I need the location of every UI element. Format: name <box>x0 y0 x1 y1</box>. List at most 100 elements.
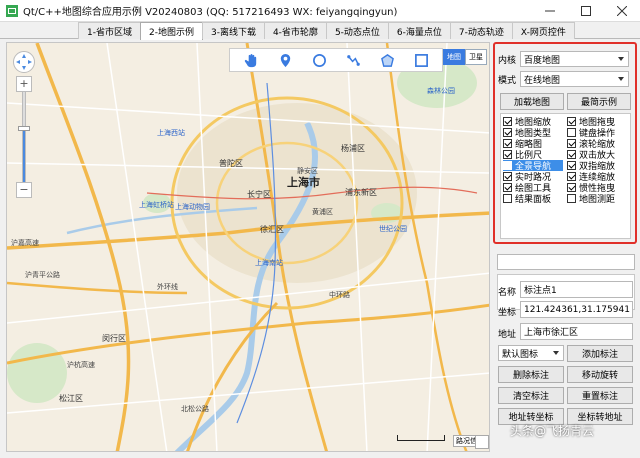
map-label-road: 沪杭高速 <box>67 361 95 369</box>
map-type-normal[interactable]: 地图 <box>443 49 465 65</box>
tool-rectangle[interactable] <box>409 50 433 70</box>
checkbox[interactable] <box>567 183 576 192</box>
icon-select-value: 默认图标 <box>502 349 539 360</box>
map-label-poi: 上海西站 <box>157 129 185 137</box>
app-logo-icon <box>6 4 18 17</box>
map-label-road: 北松公路 <box>181 405 209 413</box>
map-label-road: 中环路 <box>329 291 350 299</box>
tab-dynamic-points[interactable]: 5-动态点位 <box>325 22 389 39</box>
checkbox[interactable] <box>567 139 576 148</box>
map-label-road: 沪青平公路 <box>25 271 60 279</box>
map-view[interactable]: 上海市 浦东新区 长宁区 徐汇区 闵行区 普陀区 杨浦区 松江区 静安区 黄浦区… <box>6 42 490 452</box>
kernel-label: 内核 <box>498 55 517 66</box>
circle-icon <box>312 53 326 67</box>
checkbox[interactable] <box>503 117 512 126</box>
watermark: 头条@飞扬青云 <box>510 424 595 438</box>
maximize-icon <box>581 5 591 16</box>
zoom-slider-knob[interactable] <box>18 126 30 131</box>
main-tab-bar: 1-省市区域 2-地图示例 3-离线下载 4-省市轮廓 5-动态点位 6-海量点… <box>0 22 640 40</box>
map-label-district: 徐汇区 <box>260 225 284 234</box>
zoom-in-button[interactable]: + <box>16 76 32 92</box>
mode-select-value: 在线地图 <box>524 75 561 86</box>
load-map-button[interactable]: 加载地图 <box>500 93 564 110</box>
chevron-down-icon <box>553 351 559 355</box>
clear-markers-button[interactable]: 清空标注 <box>498 387 564 404</box>
map-label-district: 黄浦区 <box>312 208 333 216</box>
move-rotate-button[interactable]: 移动旋转 <box>567 366 633 383</box>
tool-marker[interactable] <box>273 50 297 70</box>
kernel-select-value: 百度地图 <box>524 55 561 66</box>
checkbox[interactable] <box>567 150 576 159</box>
add-marker-button[interactable]: 添加标注 <box>567 345 633 362</box>
checkbox[interactable] <box>567 117 576 126</box>
map-label-district: 闵行区 <box>102 334 126 343</box>
marker-icon <box>280 53 290 67</box>
tab-web-control[interactable]: X-网页控件 <box>511 22 575 39</box>
reset-markers-button[interactable]: 重置标注 <box>567 387 633 404</box>
tab-map-demo[interactable]: 2-地图示例 <box>139 22 203 40</box>
mode-select[interactable]: 在线地图 <box>520 71 629 87</box>
chevron-down-icon <box>618 77 624 81</box>
map-label-district: 浦东新区 <box>345 188 377 197</box>
result-output[interactable] <box>497 254 635 270</box>
address-input[interactable]: 上海市徐汇区 <box>520 323 633 340</box>
coord-label: 坐标 <box>498 308 517 318</box>
checkbox[interactable] <box>567 172 576 181</box>
checkbox[interactable] <box>503 128 512 137</box>
tool-circle[interactable] <box>307 50 331 70</box>
delete-marker-button[interactable]: 删除标注 <box>498 366 564 383</box>
checkbox[interactable] <box>503 150 512 159</box>
tab-dynamic-track[interactable]: 7-动态轨迹 <box>449 22 513 39</box>
mode-row: 模式 在线地图 <box>498 71 629 87</box>
zoom-slider[interactable] <box>18 92 30 182</box>
options-checklist: 地图缩放 地图类型 缩略图 比例尺 全景导航 实时路况 绘图工具 结果面板 地图… <box>500 113 631 239</box>
check-label: 结果面板 <box>515 195 552 205</box>
tab-offline-download[interactable]: 3-离线下载 <box>201 22 265 39</box>
chevron-down-icon <box>618 57 624 61</box>
rectangle-icon <box>414 53 428 67</box>
map-type-control: 地图 卫星 <box>443 49 487 65</box>
tab-province-city[interactable]: 1-省市区域 <box>78 22 141 39</box>
check-label: 地图测距 <box>579 195 616 205</box>
address-label: 地址 <box>498 330 517 340</box>
simple-demo-button[interactable]: 最简示例 <box>567 93 631 110</box>
pan-control[interactable] <box>13 51 35 73</box>
map-type-satellite[interactable]: 卫星 <box>465 49 487 65</box>
checkbox[interactable] <box>567 128 576 137</box>
icon-select[interactable]: 默认图标 <box>498 345 564 361</box>
maximize-button[interactable] <box>568 0 604 22</box>
tab-massive-points[interactable]: 6-海量点位 <box>387 22 451 39</box>
close-icon <box>617 5 627 16</box>
checkbox[interactable] <box>503 172 512 181</box>
check-result-panel[interactable]: 结果面板 <box>503 193 563 205</box>
mode-label: 模式 <box>498 75 517 86</box>
map-label-poi: 上海动物园 <box>175 203 210 211</box>
map-label-district: 长宁区 <box>247 190 271 199</box>
tool-pan[interactable] <box>239 50 263 70</box>
checkbox[interactable] <box>567 161 576 170</box>
map-label-district: 普陀区 <box>219 159 243 168</box>
minimize-button[interactable] <box>532 0 568 22</box>
polygon-icon <box>380 53 394 67</box>
overview-map-toggle[interactable] <box>475 435 489 449</box>
checkbox[interactable] <box>503 139 512 148</box>
map-label-district: 杨浦区 <box>341 144 365 153</box>
map-label-district: 松江区 <box>59 394 83 403</box>
kernel-select[interactable]: 百度地图 <box>520 51 629 67</box>
map-label-poi: 上海南站 <box>255 259 283 267</box>
tab-province-outline[interactable]: 4-省市轮廓 <box>263 22 327 39</box>
zoom-out-button[interactable]: − <box>16 182 32 198</box>
tool-polygon[interactable] <box>375 50 399 70</box>
name-input[interactable]: 标注点1 <box>520 281 633 298</box>
close-button[interactable] <box>604 0 640 22</box>
minimize-icon <box>545 10 555 11</box>
check-distance-measure[interactable]: 地图测距 <box>567 193 629 205</box>
checkbox[interactable] <box>503 183 512 192</box>
coord-input[interactable]: 121.424361,31.175941 <box>520 301 633 318</box>
checkbox[interactable] <box>567 194 576 203</box>
tool-polyline[interactable] <box>341 50 365 70</box>
checkbox[interactable] <box>503 161 512 170</box>
checkbox[interactable] <box>503 194 512 203</box>
options-left-column: 地图缩放 地图类型 缩略图 比例尺 全景导航 实时路况 绘图工具 结果面板 <box>503 116 563 205</box>
map-label-poi: 森林公园 <box>427 87 455 95</box>
